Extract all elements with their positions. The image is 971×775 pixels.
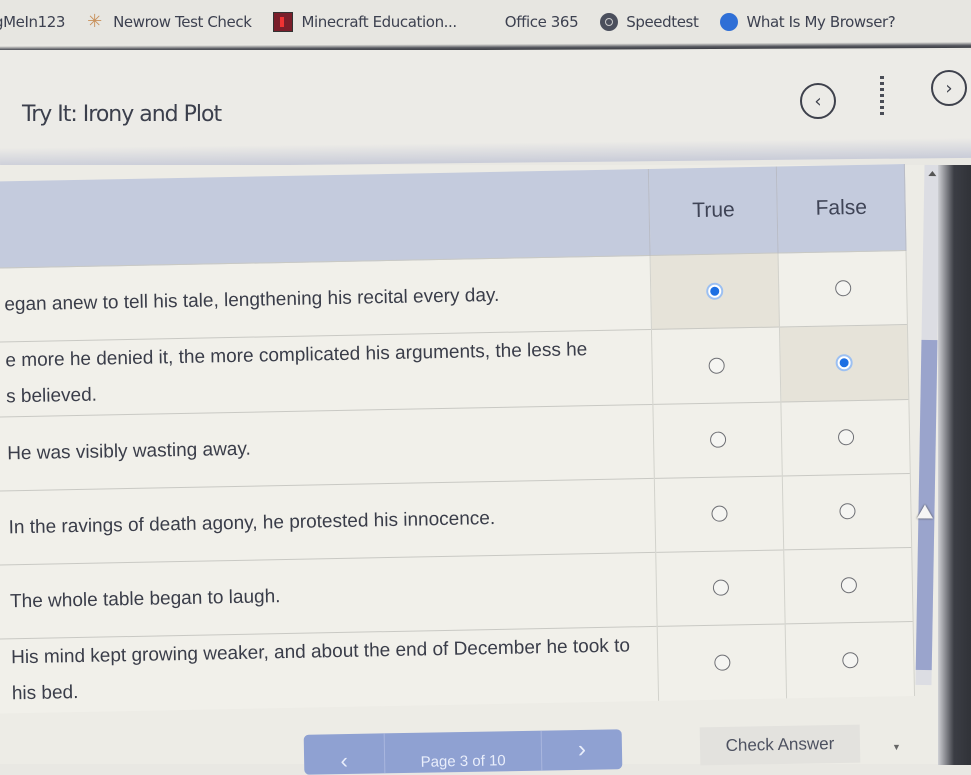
more-options-icon[interactable]	[880, 76, 884, 116]
check-answer-button[interactable]: Check Answer	[699, 724, 861, 766]
statement-text: He was visibly wasting away.	[0, 404, 655, 492]
bookmark-label: Newrow Test Check	[113, 13, 252, 31]
pager: ‹ Page 3 of 10 ›	[303, 729, 623, 775]
statement-text: e more he denied it, the more complicate…	[0, 329, 654, 418]
bookmark-newrow[interactable]: ✳ Newrow Test Check	[87, 11, 252, 32]
bookmark-speedtest[interactable]: Speedtest	[600, 13, 699, 31]
radio-false[interactable]	[841, 652, 859, 669]
column-header-true: True	[648, 166, 779, 256]
caret-down-icon: ▼	[892, 742, 901, 752]
statement-text: The whole table began to laugh.	[0, 552, 658, 640]
bookmarks-bar: gMeIn123 ✳ Newrow Test Check Minecraft E…	[0, 0, 971, 44]
bookmark-logmein[interactable]: gMeIn123	[0, 13, 65, 31]
option-cell-false[interactable]	[785, 621, 915, 699]
office-365-icon	[479, 13, 497, 31]
bookmark-whatismybrowser[interactable]: What Is My Browser?	[720, 13, 896, 31]
option-cell-false[interactable]	[779, 324, 909, 402]
option-cell-true[interactable]	[650, 252, 780, 330]
radio-true[interactable]	[711, 506, 728, 523]
option-cell-false[interactable]	[782, 473, 912, 550]
option-cell-true[interactable]	[651, 326, 782, 405]
bookmark-label: Minecraft Education...	[301, 13, 457, 31]
true-false-table: True False egan anew to tell his tale, l…	[0, 164, 916, 714]
radio-true[interactable]	[706, 282, 724, 300]
minecraft-education-icon	[273, 12, 294, 32]
radio-false[interactable]	[840, 577, 857, 594]
bookmark-minecraft-education[interactable]: Minecraft Education...	[273, 12, 457, 32]
option-cell-false[interactable]	[781, 399, 911, 476]
chevron-right-icon: ›	[945, 77, 953, 99]
next-page-button[interactable]: ›	[540, 729, 623, 771]
bookmark-label: Office 365	[504, 13, 579, 31]
radio-true[interactable]	[709, 432, 727, 449]
option-cell-true[interactable]	[656, 549, 786, 627]
option-cell-true[interactable]	[653, 401, 783, 479]
radio-false[interactable]	[838, 503, 856, 520]
radio-true[interactable]	[708, 357, 725, 374]
newrow-icon: ✳	[87, 11, 102, 32]
bookmark-label: Speedtest	[626, 13, 699, 31]
chevron-left-icon: ‹	[814, 90, 822, 112]
statement-text: egan anew to tell his tale, lengthening …	[0, 255, 652, 343]
previous-page-button[interactable]: ‹	[303, 733, 386, 775]
radio-true[interactable]	[712, 579, 729, 597]
bookmark-label: What Is My Browser?	[746, 13, 896, 31]
radio-false[interactable]	[837, 429, 854, 446]
next-activity-button[interactable]: ›	[931, 70, 967, 106]
option-cell-true[interactable]	[654, 475, 784, 553]
statement-text: His mind kept growing weaker, and about …	[0, 626, 660, 714]
page-title: Try It: Irony and Plot	[22, 102, 222, 127]
whatismybrowser-icon	[720, 13, 739, 31]
radio-false[interactable]	[835, 354, 853, 372]
radio-true[interactable]	[714, 654, 731, 671]
bookmark-label: gMeIn123	[0, 13, 66, 31]
column-header-false: False	[776, 164, 906, 253]
option-cell-false[interactable]	[783, 547, 914, 624]
chevron-left-icon: ‹	[340, 748, 349, 774]
scroll-up-arrow-icon[interactable]	[928, 170, 937, 177]
chevron-right-icon: ›	[577, 735, 587, 763]
column-header-statement	[0, 168, 651, 269]
option-cell-true[interactable]	[657, 623, 787, 701]
previous-activity-button[interactable]: ‹	[800, 83, 836, 119]
statement-text: In the ravings of death agony, he protes…	[0, 478, 657, 566]
speedtest-icon	[600, 13, 619, 31]
radio-false[interactable]	[834, 280, 851, 297]
page-indicator: Page 3 of 10	[420, 752, 506, 771]
option-cell-false[interactable]	[778, 250, 908, 327]
bookmark-office-365[interactable]: Office 365	[479, 13, 579, 31]
screen-bezel	[938, 165, 971, 765]
